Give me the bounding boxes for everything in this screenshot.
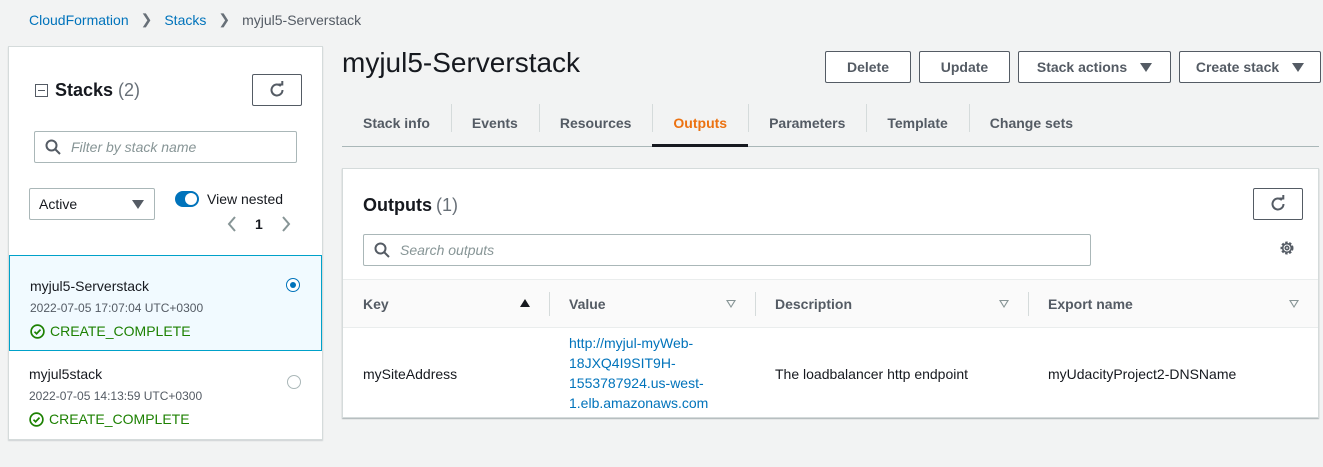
column-header-description[interactable]: Description — [775, 280, 1028, 327]
stack-filter-input[interactable]: Filter by stack name — [34, 131, 297, 163]
stack-status-select[interactable]: Active — [29, 188, 155, 220]
column-header-export-name[interactable]: Export name — [1048, 280, 1318, 327]
delete-button-label: Delete — [846, 59, 890, 75]
breadcrumb-cloudformation[interactable]: CloudFormation — [29, 12, 129, 28]
column-key-label: Key — [363, 295, 389, 312]
stack-name[interactable]: myjul5stack — [29, 366, 322, 382]
stack-time: 2022-07-05 17:07:04 UTC+0300 — [30, 301, 204, 315]
output-export-name: myUdacityProject2-DNSName — [1048, 366, 1237, 382]
caret-down-icon — [1292, 62, 1305, 72]
stack-name[interactable]: myjul5-Serverstack — [30, 278, 321, 294]
stacks-panel: Stacks (2) Filter by stack name Active V… — [8, 46, 323, 440]
chevron-right-icon: ❯ — [218, 11, 231, 27]
stacks-count: (2) — [118, 80, 141, 100]
outputs-search-placeholder: Search outputs — [400, 242, 495, 258]
breadcrumb-current: myjul5-Serverstack — [242, 11, 362, 28]
stack-status-text: CREATE_COMPLETE — [50, 323, 191, 339]
chevron-right-icon[interactable] — [281, 216, 291, 232]
view-nested-label: View nested — [207, 191, 284, 207]
caret-down-icon — [132, 200, 144, 209]
output-description: The loadbalancer http endpoint — [775, 366, 969, 382]
stack-status-value: Active — [39, 196, 78, 212]
stack-status-text: CREATE_COMPLETE — [49, 411, 190, 427]
tab-stack-info[interactable]: Stack info — [342, 100, 451, 146]
pagination: 1 — [227, 216, 291, 232]
outputs-count: (1) — [436, 195, 458, 215]
stack-list-item[interactable]: myjul5-Serverstack 2022-07-05 17:07:04 U… — [9, 255, 322, 351]
tab-parameters[interactable]: Parameters — [748, 100, 866, 146]
refresh-icon — [1271, 195, 1285, 211]
tab-resources[interactable]: Resources — [538, 100, 653, 146]
delete-button[interactable]: Delete — [825, 51, 911, 83]
stack-filter-placeholder: Filter by stack name — [71, 139, 197, 155]
column-value-label: Value — [569, 295, 606, 312]
page-title: myjul5-Serverstack — [342, 47, 581, 78]
gear-icon[interactable] — [1279, 240, 1295, 256]
stack-actions-button[interactable]: Stack actions — [1018, 51, 1171, 83]
create-stack-label: Create stack — [1195, 59, 1280, 75]
tab-template[interactable]: Template — [866, 100, 968, 146]
refresh-icon — [270, 81, 284, 97]
stack-radio[interactable] — [287, 375, 301, 389]
create-stack-button[interactable]: Create stack — [1179, 51, 1321, 83]
page-number[interactable]: 1 — [255, 216, 263, 232]
sort-icon[interactable] — [1289, 300, 1299, 308]
stacks-title-label: Stacks — [55, 80, 114, 100]
outputs-panel: Outputs (1) Search outputs Key Value Desc… — [342, 168, 1319, 418]
outputs-search-input[interactable]: Search outputs — [363, 234, 1091, 266]
column-divider[interactable] — [755, 292, 756, 316]
stack-list-item[interactable]: myjul5stack 2022-07-05 14:13:59 UTC+0300… — [9, 352, 322, 448]
outputs-table-header: Key Value Description Export name — [343, 279, 1318, 328]
stacks-panel-title: Stacks (2) — [35, 80, 140, 101]
output-value-link[interactable]: http://myjul-myWeb- 18JXQ4I9SIT9H- 15537… — [569, 333, 719, 413]
outputs-refresh-button[interactable] — [1253, 188, 1303, 220]
column-description-label: Description — [775, 295, 853, 312]
stack-actions-label: Stack actions — [1036, 59, 1128, 75]
output-value-line: 1.elb.amazonaws.com — [569, 395, 709, 411]
outputs-title: Outputs (1) — [363, 195, 458, 216]
column-divider[interactable] — [549, 292, 550, 316]
output-value-line: 1553787924.us-west- — [569, 375, 704, 391]
chevron-left-icon[interactable] — [227, 216, 237, 232]
output-value-line: 18JXQ4I9SIT9H- — [569, 355, 676, 371]
update-button-label: Update — [940, 59, 989, 75]
breadcrumb: CloudFormation ❯ Stacks ❯ myjul5-Servers… — [29, 11, 361, 28]
check-circle-icon — [30, 323, 45, 339]
sort-ascending-icon[interactable] — [520, 299, 530, 307]
stack-time: 2022-07-05 14:13:59 UTC+0300 — [29, 389, 203, 403]
search-icon — [45, 139, 61, 155]
update-button[interactable]: Update — [919, 51, 1010, 83]
stack-tabs: Stack info Events Resources Outputs Para… — [342, 100, 1319, 147]
chevron-right-icon: ❯ — [140, 11, 153, 27]
caret-down-icon — [1140, 62, 1153, 72]
tab-outputs[interactable]: Outputs — [652, 100, 748, 147]
search-icon — [374, 242, 390, 258]
stack-status: CREATE_COMPLETE — [30, 323, 321, 339]
sort-icon[interactable] — [726, 300, 736, 308]
output-value-line: http://myjul-myWeb- — [569, 335, 694, 351]
breadcrumb-stacks[interactable]: Stacks — [164, 12, 206, 28]
column-export-label: Export name — [1048, 295, 1133, 312]
outputs-title-label: Outputs — [363, 195, 432, 215]
column-divider[interactable] — [1028, 292, 1029, 316]
view-nested-toggle[interactable] — [175, 191, 199, 207]
column-header-value[interactable]: Value — [569, 280, 755, 327]
sort-icon[interactable] — [999, 300, 1009, 308]
column-header-key[interactable]: Key — [363, 280, 549, 327]
stacks-refresh-button[interactable] — [252, 74, 302, 106]
stack-status: CREATE_COMPLETE — [29, 411, 322, 427]
tab-events[interactable]: Events — [450, 100, 539, 146]
output-key: mySiteAddress — [363, 366, 458, 382]
collapse-icon[interactable] — [35, 84, 48, 97]
stack-radio-selected[interactable] — [286, 278, 300, 292]
check-circle-icon — [29, 411, 44, 427]
tab-change-sets[interactable]: Change sets — [968, 100, 1094, 146]
